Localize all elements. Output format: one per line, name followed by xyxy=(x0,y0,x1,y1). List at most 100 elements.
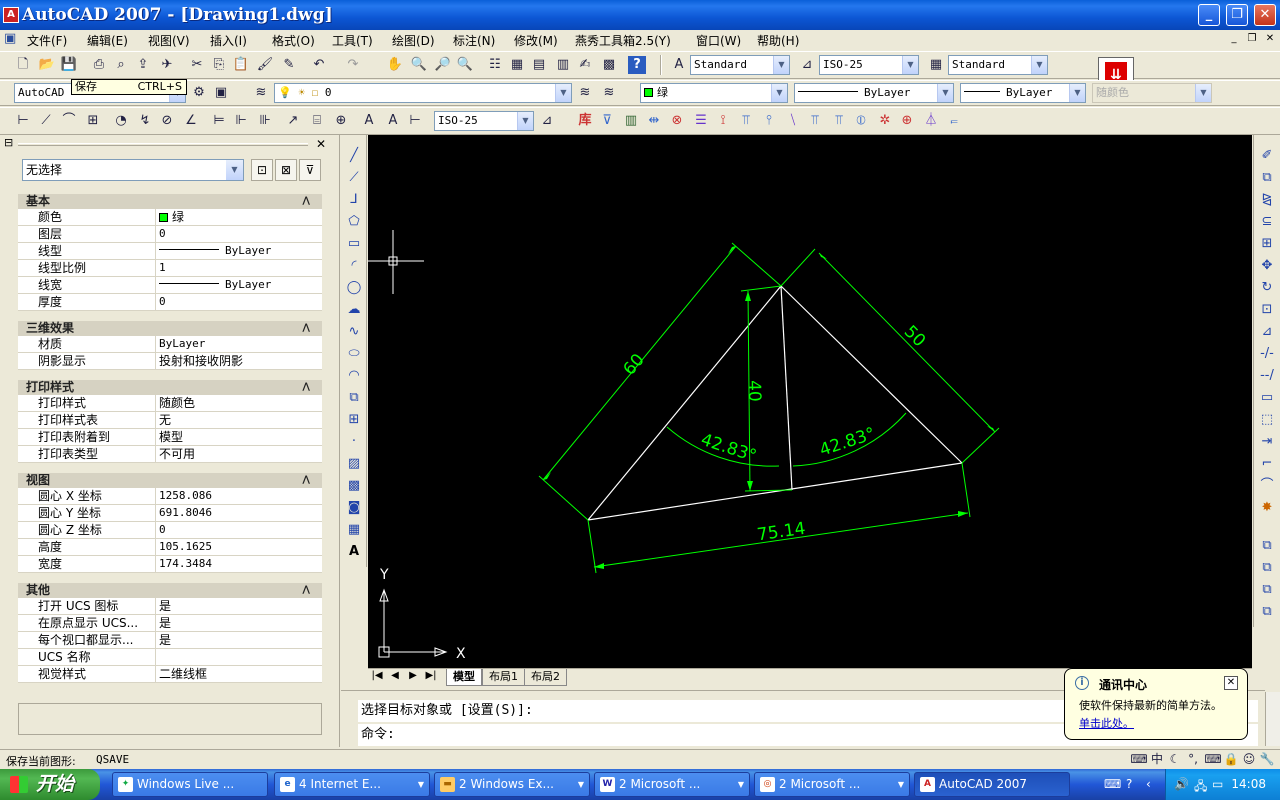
start-button[interactable]: 开始 xyxy=(0,769,100,800)
layer-select[interactable]: 💡 ☀ ☐ 0 ▼ xyxy=(274,83,572,103)
task-internet-explorer[interactable]: e4 Internet E... ▼ xyxy=(274,772,430,797)
dim-text-left[interactable]: 60 xyxy=(620,350,649,379)
dim-text-height[interactable]: 40 xyxy=(744,380,764,402)
tab-next-icon[interactable]: ▶ xyxy=(406,670,420,681)
material-value[interactable]: ByLayer xyxy=(156,336,322,352)
menu-edit[interactable]: 编辑(E) xyxy=(87,32,128,49)
arc-length-icon[interactable]: ⌒ xyxy=(60,112,78,130)
angular-dim-icon[interactable]: ∠ xyxy=(182,112,200,130)
task-autocad[interactable]: A AutoCAD 2007 xyxy=(914,772,1070,797)
zoom-window-icon[interactable]: 🔎 xyxy=(434,56,452,74)
explode-icon[interactable]: ✸ xyxy=(1258,499,1276,517)
dim-style-icon[interactable]: ⊿ xyxy=(798,56,816,74)
monitor-icon[interactable]: ▭ xyxy=(1212,777,1223,791)
plot-preview-icon[interactable]: ⌕ xyxy=(112,56,130,74)
center-x-value[interactable]: 1258.086 xyxy=(156,488,322,504)
table-style-select[interactable]: Standard ▼ xyxy=(948,55,1048,75)
doc-minimize-button[interactable]: _ xyxy=(1227,32,1241,46)
palette-close-icon[interactable]: ✕ xyxy=(316,137,326,151)
multiline-text-icon[interactable]: A xyxy=(345,543,363,561)
shadow-value[interactable]: 投射和接收阴影 xyxy=(156,353,322,369)
stretch-icon[interactable]: ⊿ xyxy=(1258,323,1276,341)
toggle-pickadd-icon[interactable]: ⊡ xyxy=(251,159,273,181)
arc-icon[interactable]: ◜ xyxy=(345,257,363,275)
layer-previous-icon[interactable]: ≋ xyxy=(600,84,618,102)
continue-dim-icon[interactable]: ⊪ xyxy=(256,112,274,130)
task-windows-live[interactable]: ✦ Windows Live ... xyxy=(112,772,268,797)
save-icon[interactable]: 💾 xyxy=(60,56,78,74)
network-icon[interactable]: 🖧 xyxy=(1194,777,1207,798)
zoom-previous-icon[interactable]: 🔍 xyxy=(456,56,474,74)
softkeyboard-icon[interactable]: ⌨ xyxy=(1204,750,1222,768)
yanxiu-tool-7-icon[interactable]: ⫪ xyxy=(737,112,755,130)
lock-icon[interactable]: 🔒 xyxy=(1222,750,1240,768)
revision-cloud-icon[interactable]: ☁ xyxy=(345,301,363,319)
paste-icon[interactable]: 📋 xyxy=(232,56,250,74)
fillet-icon[interactable]: ⌒ xyxy=(1258,477,1276,495)
rectangle-icon[interactable]: ▭ xyxy=(345,235,363,253)
help-icon[interactable]: ? xyxy=(628,56,646,74)
extend-icon[interactable]: --/ xyxy=(1258,367,1276,385)
new-file-icon[interactable]: 🗋 xyxy=(14,56,32,74)
angle-text-right[interactable]: 42.83° xyxy=(817,424,878,461)
open-file-icon[interactable]: 📂 xyxy=(38,56,56,74)
menu-help[interactable]: 帮助(H) xyxy=(757,32,799,49)
tray-expand-icon[interactable]: ‹ xyxy=(1146,777,1151,791)
yanxiu-tool-8-icon[interactable]: ⫯ xyxy=(760,112,778,130)
clock[interactable]: 14:08 xyxy=(1231,777,1266,791)
thickness-value[interactable]: 0 xyxy=(156,294,322,310)
select-objects-icon[interactable]: ⊠ xyxy=(275,159,297,181)
tab-model[interactable]: 模型 xyxy=(446,669,482,686)
join-icon[interactable]: ⇥ xyxy=(1258,433,1276,451)
block-editor-icon[interactable]: ✎ xyxy=(280,56,298,74)
center-mark-icon[interactable]: ⊕ xyxy=(332,112,350,130)
table-style-icon[interactable]: ▦ xyxy=(927,56,945,74)
menu-dimension[interactable]: 标注(N) xyxy=(453,32,495,49)
yanxiu-tool-15-icon[interactable]: ⏃ xyxy=(922,112,940,130)
yanxiu-tool-12-icon[interactable]: ⦶ xyxy=(852,112,870,130)
gradient-icon[interactable]: ▩ xyxy=(345,477,363,495)
jogged-dim-icon[interactable]: ↯ xyxy=(136,112,154,130)
autocad-app-icon[interactable]: A xyxy=(3,7,19,23)
ucs-name-value[interactable] xyxy=(156,649,322,665)
zoom-realtime-icon[interactable]: 🔍 xyxy=(410,56,428,74)
ucs-icon-on-value[interactable]: 是 xyxy=(156,598,322,614)
aligned-dim-icon[interactable]: ⟋ xyxy=(37,112,55,130)
polyline-icon[interactable]: ⅃ xyxy=(345,191,363,209)
ellipse-icon[interactable]: ⬭ xyxy=(345,345,363,363)
erase-icon[interactable]: ✐ xyxy=(1258,147,1276,165)
diameter-dim-icon[interactable]: ⊘ xyxy=(158,112,176,130)
copy-icon[interactable]: ⎘ xyxy=(210,56,228,74)
mirror-icon[interactable]: ⧎ xyxy=(1258,191,1276,209)
trim-icon[interactable]: -/- xyxy=(1258,345,1276,363)
keyboard-layout-icon[interactable]: ⌨ xyxy=(1104,777,1121,791)
yanxiu-tool-2-icon[interactable]: ▥ xyxy=(622,112,640,130)
baseline-dim-icon[interactable]: ⊩ xyxy=(232,112,250,130)
wrench-icon[interactable]: 🔧 xyxy=(1258,750,1276,768)
yanxiu-tool-1-icon[interactable]: ⊽ xyxy=(598,112,616,130)
lineweight-value[interactable]: ByLayer xyxy=(156,277,322,293)
punctuation-icon[interactable]: °, xyxy=(1184,750,1202,768)
plot-icon[interactable]: ⎙ xyxy=(90,56,108,74)
menu-draw[interactable]: 绘图(D) xyxy=(392,32,435,49)
construction-line-icon[interactable]: ⟋ xyxy=(345,169,363,187)
make-layer-current-icon[interactable]: ≋ xyxy=(576,84,594,102)
linetype-select[interactable]: ByLayer ▼ xyxy=(794,83,954,103)
text-style-select[interactable]: Standard ▼ xyxy=(690,55,790,75)
plot-style-table-value[interactable]: 无 xyxy=(156,412,322,428)
draw-order-back-icon[interactable]: ⧉ xyxy=(1258,559,1276,577)
palette-autohide-icon[interactable]: ⊟ xyxy=(4,136,13,149)
chamfer-icon[interactable]: ⌐ xyxy=(1258,455,1276,473)
tool-palettes-icon[interactable]: ▤ xyxy=(530,56,548,74)
dim-text-edit-icon[interactable]: A xyxy=(384,112,402,130)
dim-text-base[interactable]: 75.14 xyxy=(756,519,807,546)
drawing-svg[interactable]: 60 50 40 75.14 42.83° 42.83° Y X xyxy=(368,135,1252,668)
linetype-value[interactable]: ByLayer xyxy=(156,243,322,259)
keyboard-icon[interactable]: ⌨ xyxy=(1130,750,1148,768)
width-value[interactable]: 174.3484 xyxy=(156,556,322,572)
ucs-per-viewport-value[interactable]: 是 xyxy=(156,632,322,648)
balloon-close-icon[interactable]: ✕ xyxy=(1224,676,1238,690)
quick-select-icon[interactable]: ⊽ xyxy=(299,159,321,181)
dim-style-select-2[interactable]: ISO-25 ▼ xyxy=(434,111,534,131)
minimize-button[interactable]: _ xyxy=(1198,4,1220,26)
